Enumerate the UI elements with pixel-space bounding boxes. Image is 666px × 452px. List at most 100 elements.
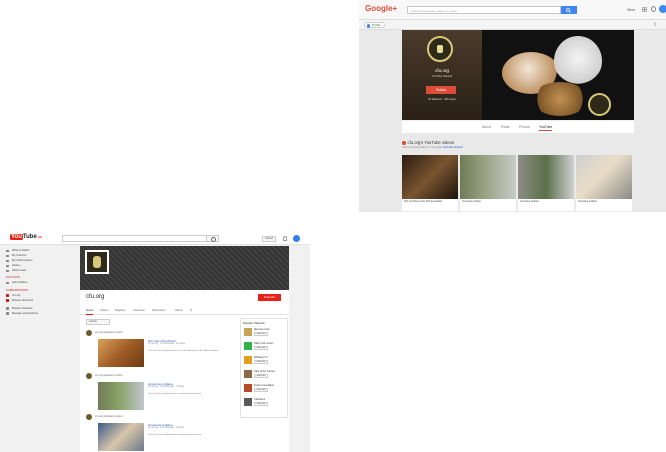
post-line: cfu.org uploaded a video bbox=[95, 331, 123, 334]
video-description: The Cat Fanciers' Association grooming d… bbox=[148, 393, 202, 395]
video-thumbnail[interactable]: Grooming a Maine bbox=[518, 155, 574, 211]
cat-image bbox=[532, 82, 588, 116]
notifications-icon[interactable] bbox=[651, 6, 656, 12]
video-thumbnail[interactable]: Grooming a Maine bbox=[460, 155, 516, 211]
subscribe-button[interactable]: Subscribe bbox=[254, 360, 268, 364]
channel-banner bbox=[80, 246, 289, 290]
tab-photos[interactable]: Photos bbox=[519, 125, 530, 129]
tab-home[interactable]: Home bbox=[86, 308, 94, 315]
activity-post: cfu.org uploaded a video IFC Cat of the … bbox=[86, 330, 234, 370]
videos-subtitle: Videos shared publicly in this page YouT… bbox=[402, 146, 463, 149]
search-placeholder: Search for people, pages, or posts bbox=[411, 9, 457, 13]
upload-button[interactable]: Upload bbox=[262, 236, 276, 242]
video-thumbnail[interactable] bbox=[98, 339, 144, 367]
search-icon bbox=[566, 7, 571, 13]
search-input[interactable]: Search for people, pages, or posts bbox=[407, 6, 561, 14]
subscribe-button[interactable]: Subscribe bbox=[258, 294, 281, 301]
subscribe-button[interactable]: Subscribe bbox=[254, 402, 268, 406]
channel-item[interactable]: Feline Foundation Subscribe bbox=[244, 384, 286, 394]
google-plus-subbar: Profile bbox=[359, 20, 666, 30]
popular-channels: Popular channels Siamese Cats Subscribe T… bbox=[240, 318, 288, 418]
follow-button[interactable]: Follow bbox=[426, 86, 456, 94]
cat-image bbox=[554, 36, 602, 86]
video-meta: by cfu.org · 2 months ago · 7 views bbox=[148, 386, 184, 388]
search-button[interactable] bbox=[561, 6, 577, 14]
search-icon[interactable]: ⚲ bbox=[190, 308, 192, 312]
account-avatar[interactable] bbox=[659, 5, 666, 13]
channel-item-name: Cats of the Internet bbox=[254, 370, 276, 373]
tab-channels[interactable]: Channels bbox=[133, 308, 145, 312]
account-avatar[interactable] bbox=[293, 235, 300, 242]
apps-grid-icon[interactable] bbox=[642, 7, 647, 12]
guide-item[interactable]: Manage subscriptions bbox=[6, 311, 56, 316]
channel-item-name: Siamese Cats bbox=[254, 328, 270, 331]
video-thumbnail[interactable]: CFA Cat Show at the CFA Foundation bbox=[402, 155, 458, 211]
youtube-topbar: YouTubeUS Upload bbox=[0, 228, 310, 245]
tab-youtube[interactable]: YouTube bbox=[539, 125, 553, 131]
youtube-channel-link[interactable]: YouTube channel bbox=[443, 146, 463, 149]
page-subtitle: YouTube channel bbox=[432, 75, 452, 78]
youtube-screenshot: YouTubeUS Upload What to Watch My Channe… bbox=[0, 228, 310, 452]
channel-badge bbox=[588, 93, 611, 116]
channel-item-name: Tabby Cat Lovers bbox=[254, 342, 274, 345]
search-button[interactable] bbox=[206, 235, 219, 242]
subscribe-button[interactable]: Subscribe bbox=[254, 332, 268, 336]
videos-header: cfu.org's YouTube videos Videos shared p… bbox=[402, 140, 634, 149]
channel-page: cfu.org Subscribe Home Videos Playlists … bbox=[80, 246, 289, 452]
follower-count: 25 followers · 480 views bbox=[428, 98, 456, 101]
profile-menu-button[interactable]: Profile bbox=[364, 22, 385, 28]
video-caption: CFA Cat Show at the CFA Foundation bbox=[404, 201, 443, 203]
activity-dropdown[interactable]: Activity bbox=[86, 319, 110, 325]
channel-item[interactable]: Siamese Cats Subscribe bbox=[244, 328, 286, 338]
cover-pager[interactable] bbox=[434, 109, 450, 112]
tab-playlists[interactable]: Playlists bbox=[115, 308, 125, 312]
subscribe-button[interactable]: Subscribe bbox=[254, 346, 268, 350]
channel-item-name: Catvideos bbox=[254, 398, 266, 401]
tab-about[interactable]: About bbox=[175, 308, 182, 312]
videos-title: cfu.org's YouTube videos bbox=[402, 140, 634, 145]
channel-avatar[interactable] bbox=[85, 250, 109, 274]
subscribe-button[interactable]: Subscribe bbox=[254, 388, 268, 392]
guide-item[interactable]: Watch Later bbox=[6, 268, 56, 273]
video-thumbnail[interactable] bbox=[98, 423, 144, 451]
tab-about[interactable]: About bbox=[482, 125, 491, 129]
profile-photo[interactable] bbox=[427, 36, 453, 62]
google-plus-logo[interactable]: Google+ bbox=[365, 4, 397, 13]
google-plus-topbar: Google+ Search for people, pages, or pos… bbox=[359, 0, 666, 20]
video-description: The Cat Fanciers' Association Cat of the… bbox=[148, 350, 219, 352]
guide-item[interactable]: Liked Videos bbox=[6, 280, 56, 285]
channel-tabs: Home Videos Playlists Channels Discussio… bbox=[80, 305, 289, 315]
avatar bbox=[86, 414, 92, 420]
notifications-icon[interactable] bbox=[283, 236, 287, 241]
share-icon[interactable]: ⇪ bbox=[653, 22, 657, 28]
video-meta: by cfu.org · 2 months ago · 11 views bbox=[148, 343, 185, 345]
youtube-logo[interactable]: YouTubeUS bbox=[10, 234, 42, 240]
channel-item[interactable]: Catvideos Subscribe bbox=[244, 398, 286, 408]
video-thumbnail[interactable]: Grooming a Maine bbox=[576, 155, 632, 211]
tab-discussion[interactable]: Discussion bbox=[152, 308, 166, 312]
popular-channels-heading: Popular channels bbox=[243, 321, 265, 325]
page-card: cfu.org YouTube channel Follow 25 follow… bbox=[402, 30, 634, 133]
user-name[interactable]: Steve bbox=[627, 8, 635, 12]
subscribe-button[interactable]: Subscribe bbox=[254, 374, 268, 378]
video-description: The Cat Fanciers' Association grooming d… bbox=[148, 434, 202, 436]
channel-name: cfu.org bbox=[86, 294, 105, 300]
search-input[interactable] bbox=[62, 235, 212, 242]
guide-item[interactable]: Browse Channels bbox=[6, 298, 56, 303]
video-thumbnail[interactable] bbox=[98, 382, 144, 410]
channel-item[interactable]: Tabby Cat Lovers Subscribe bbox=[244, 342, 286, 352]
channel-item[interactable]: WhiskersTV Subscribe bbox=[244, 356, 286, 366]
guide-sidebar: What to Watch My Channel My Subscription… bbox=[6, 248, 56, 316]
channel-item[interactable]: Cats of the Internet Subscribe bbox=[244, 370, 286, 380]
tab-posts[interactable]: Posts bbox=[501, 125, 509, 129]
video-meta: by cfu.org · 2 months ago · 5 views bbox=[148, 427, 184, 429]
tab-videos[interactable]: Videos bbox=[100, 308, 109, 312]
google-plus-screenshot: Google+ Search for people, pages, or pos… bbox=[359, 0, 666, 212]
channel-item-name: Feline Foundation bbox=[254, 384, 275, 387]
page-name: cfu.org bbox=[435, 68, 449, 73]
cover-photo: cfu.org YouTube channel Follow 25 follow… bbox=[402, 30, 634, 120]
profile-panel: cfu.org YouTube channel Follow 25 follow… bbox=[402, 30, 482, 120]
avatar bbox=[86, 373, 92, 379]
activity-post: cfu.org uploaded a video Grooming a Main… bbox=[86, 373, 234, 413]
page-tabs: About Posts Photos YouTube bbox=[402, 120, 634, 133]
